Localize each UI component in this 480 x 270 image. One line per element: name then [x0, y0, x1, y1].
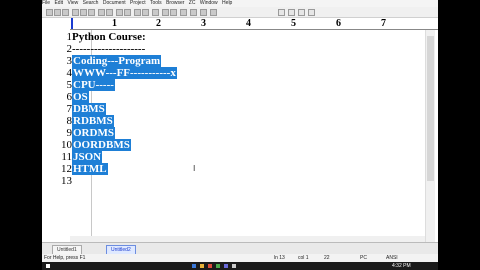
comment-icon[interactable]: [180, 9, 187, 16]
save-icon[interactable]: [62, 9, 69, 16]
menu-view[interactable]: View: [67, 0, 78, 7]
outdent-icon[interactable]: [170, 9, 177, 16]
open-file-icon[interactable]: [54, 9, 61, 16]
scrollbar-thumb[interactable]: [427, 36, 434, 181]
ruler-label: 1: [112, 18, 117, 29]
code-line-selected[interactable]: HTML: [72, 163, 108, 175]
line-number: 3: [66, 55, 73, 67]
ruler-indent-marker[interactable]: [71, 18, 73, 29]
taskbar-clock[interactable]: 4:32 PM: [392, 262, 411, 270]
taskbar-app-icon[interactable]: [216, 264, 220, 268]
line-number: 11: [61, 151, 72, 163]
bold-icon[interactable]: [134, 9, 141, 16]
code-line-selected[interactable]: DBMS: [72, 103, 106, 115]
undo-icon[interactable]: [98, 9, 105, 16]
status-encoding: ANSI: [386, 255, 398, 261]
ruler-label: 4: [246, 18, 251, 29]
editor-window: File Edit View Search Document Project T…: [42, 0, 438, 262]
letterbox-left: [0, 0, 42, 270]
ruler-label: 6: [336, 18, 341, 29]
vertical-scrollbar[interactable]: [425, 30, 435, 242]
menu-file[interactable]: File: [42, 0, 50, 7]
windows-taskbar: 4:32 PM: [42, 262, 438, 270]
cut-icon[interactable]: [72, 9, 79, 16]
status-line-ending: PC: [360, 255, 367, 261]
line-number: 4: [66, 67, 73, 79]
line-number: 7: [66, 103, 73, 115]
code-line-selected[interactable]: CPU-----: [72, 79, 115, 91]
menu-tools[interactable]: Tools: [150, 0, 162, 7]
line-number: 1: [66, 31, 73, 43]
code-line-selected[interactable]: ORDMS: [72, 127, 115, 139]
print-icon[interactable]: [152, 9, 159, 16]
letterbox-right: [438, 0, 480, 270]
code-line-selected[interactable]: OS: [72, 91, 89, 103]
status-column: col 1: [298, 255, 309, 261]
settings-icon[interactable]: [210, 9, 217, 16]
i-beam-cursor-icon: I: [193, 164, 196, 173]
toggle-icon[interactable]: [308, 9, 315, 16]
copy-icon[interactable]: [80, 9, 87, 16]
paste-icon[interactable]: [88, 9, 95, 16]
code-line-selected[interactable]: RDBMS: [72, 115, 114, 127]
line-number: 12: [61, 163, 72, 175]
replace-icon[interactable]: [124, 9, 131, 16]
taskbar-app-icon[interactable]: [192, 264, 196, 268]
menu-document[interactable]: Document: [103, 0, 126, 7]
line-number: 10: [61, 139, 72, 151]
status-line: ln 13: [274, 255, 285, 261]
menu-bar: File Edit View Search Document Project T…: [42, 0, 438, 7]
menu-help[interactable]: Help: [222, 0, 232, 7]
menu-search[interactable]: Search: [83, 0, 99, 7]
line-number: 9: [66, 127, 73, 139]
line-number: 2: [66, 43, 73, 55]
menu-edit[interactable]: Edit: [54, 0, 63, 7]
taskbar-app-icon[interactable]: [232, 264, 236, 268]
toggle-icon[interactable]: [298, 9, 305, 16]
toggle-icon[interactable]: [288, 9, 295, 16]
line-number: 6: [66, 91, 73, 103]
line-number: 13: [61, 175, 72, 187]
toolbar: [42, 7, 438, 18]
ruler-label: 2: [156, 18, 161, 29]
menu-browser[interactable]: Browser: [166, 0, 184, 7]
start-icon[interactable]: [46, 264, 50, 268]
ruler-label: 3: [201, 18, 206, 29]
line-number: 5: [66, 79, 73, 91]
code-line-selected[interactable]: WWW---FF-----------x: [72, 67, 177, 79]
menu-project[interactable]: Project: [130, 0, 146, 7]
status-field: 22: [324, 255, 330, 261]
code-line-selected[interactable]: OORDBMS: [72, 139, 131, 151]
taskbar-app-icon[interactable]: [224, 264, 228, 268]
taskbar-app-icon[interactable]: [208, 264, 212, 268]
code-line-selected[interactable]: JSON: [72, 151, 103, 163]
status-help-text: For Help, press F1: [44, 255, 86, 261]
ruler: 1 2 3 4 5 6 7: [70, 18, 438, 30]
menu-zc[interactable]: ZC: [189, 0, 196, 7]
indent-icon[interactable]: [162, 9, 169, 16]
ruler-label: 5: [291, 18, 296, 29]
text-editor[interactable]: 1 Python Course: 2 -------------------- …: [42, 30, 438, 242]
word-wrap-icon[interactable]: [200, 9, 207, 16]
find-icon[interactable]: [116, 9, 123, 16]
code-line[interactable]: --------------------: [72, 43, 145, 55]
browser-preview-icon[interactable]: [190, 9, 197, 16]
line-number: 8: [66, 115, 73, 127]
ruler-label: 7: [381, 18, 386, 29]
code-line[interactable]: Python Course:: [72, 31, 146, 43]
code-line-selected[interactable]: Coding---Program: [72, 55, 162, 67]
status-bar: For Help, press F1 ln 13 col 1 22 PC ANS…: [42, 254, 438, 262]
italic-icon[interactable]: [142, 9, 149, 16]
file-explorer-icon[interactable]: [200, 264, 204, 268]
new-file-icon[interactable]: [46, 9, 53, 16]
redo-icon[interactable]: [106, 9, 113, 16]
toggle-icon[interactable]: [278, 9, 285, 16]
menu-window[interactable]: Window: [200, 0, 218, 7]
